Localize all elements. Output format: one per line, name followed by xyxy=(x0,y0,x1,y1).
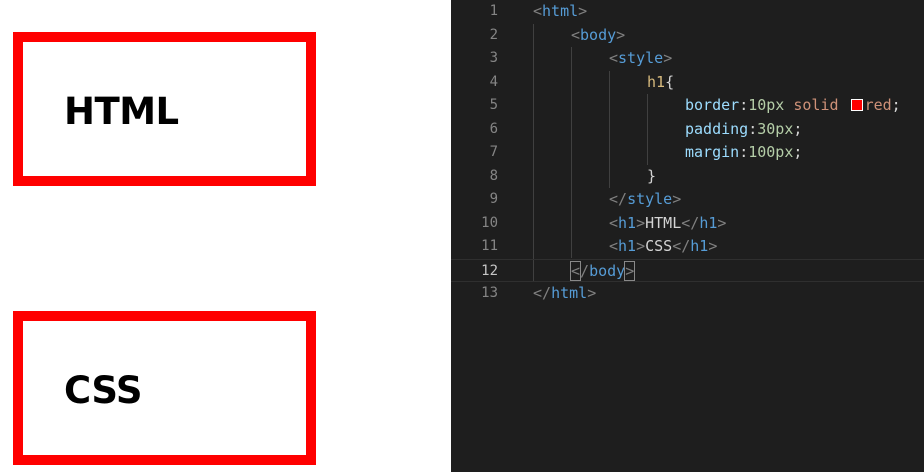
code-text[interactable]: h1{ xyxy=(647,71,674,95)
color-swatch-icon[interactable] xyxy=(850,98,863,111)
code-text[interactable]: <h1>CSS</h1> xyxy=(609,235,717,259)
code-line[interactable]: 5 border:10px solid red; xyxy=(451,94,924,118)
code-text[interactable]: margin:100px; xyxy=(685,141,802,165)
line-number: 2 xyxy=(489,26,498,43)
line-number: 1 xyxy=(489,3,498,19)
code-text[interactable]: </style> xyxy=(609,188,681,212)
code-text[interactable]: padding:30px; xyxy=(685,118,802,142)
bracket-match-highlight: > xyxy=(624,260,636,281)
line-number: 6 xyxy=(489,120,498,137)
code-text[interactable]: <html> xyxy=(533,0,587,24)
heading-box-html: HTML xyxy=(13,32,316,186)
line-number: 13 xyxy=(481,285,498,301)
line-number: 9 xyxy=(489,191,498,207)
code-editor[interactable]: 1 <html> 2 <body> 3 <style> 4 h1{ 5 bord… xyxy=(451,0,924,472)
code-line[interactable]: 6 padding:30px; xyxy=(451,118,924,142)
code-text[interactable]: </html> xyxy=(533,282,596,306)
bracket-match-highlight: < xyxy=(569,260,582,281)
code-text[interactable]: } xyxy=(647,165,656,189)
code-line[interactable]: 3 <style> xyxy=(451,47,924,71)
line-number: 11 xyxy=(481,238,498,254)
code-line[interactable]: 7 margin:100px; xyxy=(451,141,924,165)
code-text[interactable]: <style> xyxy=(609,47,672,71)
line-number: 8 xyxy=(489,167,498,184)
code-line[interactable]: 8 } xyxy=(451,165,924,189)
line-number: 12 xyxy=(481,262,498,279)
preview-pane: HTML CSS xyxy=(0,0,451,472)
code-line[interactable]: 11 <h1>CSS</h1> xyxy=(451,235,924,259)
code-text[interactable]: <body> xyxy=(571,24,625,48)
code-line[interactable]: 13 </html> xyxy=(451,282,924,306)
code-line[interactable]: 4 h1{ xyxy=(451,71,924,95)
code-text[interactable]: <h1>HTML</h1> xyxy=(609,212,726,236)
code-text[interactable]: </body> xyxy=(569,260,636,284)
code-line-active[interactable]: 12 </body> xyxy=(451,258,924,284)
code-text[interactable]: border:10px solid red; xyxy=(685,94,901,118)
line-number: 3 xyxy=(489,50,498,66)
heading-box-css: CSS xyxy=(13,311,316,465)
code-line[interactable]: 10 <h1>HTML</h1> xyxy=(451,212,924,236)
code-line[interactable]: 2 <body> xyxy=(451,24,924,48)
code-line[interactable]: 1 <html> xyxy=(451,0,924,24)
line-number: 7 xyxy=(489,144,498,160)
heading-css: CSS xyxy=(64,369,142,412)
line-number: 10 xyxy=(481,214,498,231)
line-number: 4 xyxy=(489,73,498,90)
heading-html: HTML xyxy=(64,90,179,133)
code-line[interactable]: 9 </style> xyxy=(451,188,924,212)
line-number: 5 xyxy=(489,97,498,113)
